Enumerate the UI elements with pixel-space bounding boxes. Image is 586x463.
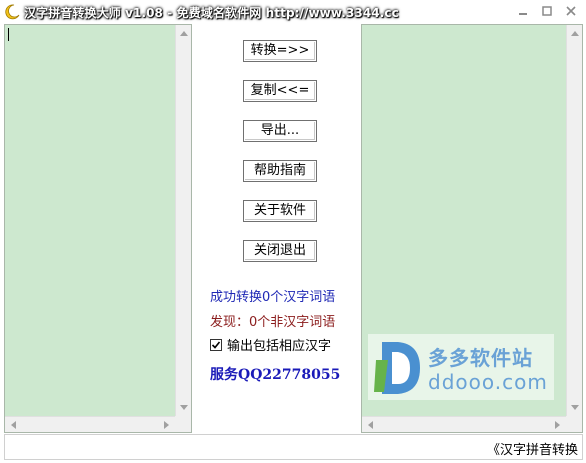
service-qq-text: 服务QQ22778055: [210, 367, 341, 383]
watermark-chinese-text: 多多软件站: [428, 346, 533, 370]
statusbar-text: 《汉字拼音转换: [486, 443, 578, 458]
include-chinese-label: 输出包括相应汉字: [227, 339, 332, 354]
include-chinese-checkbox[interactable]: [210, 338, 222, 351]
scroll-right-icon[interactable]: [550, 417, 566, 433]
output-horizontal-scrollbar[interactable]: [362, 416, 566, 432]
status-bar: 《汉字拼音转换: [4, 434, 583, 460]
close-exit-button[interactable]: 关闭退出: [243, 240, 317, 262]
export-button[interactable]: 导出...: [243, 120, 317, 142]
title-bar: 汉字拼音转换大师 v1.08 - 免费域名软件网 http://www.3344…: [0, 0, 586, 24]
scrollbar-corner: [566, 416, 582, 432]
include-chinese-option[interactable]: 输出包括相应汉字: [210, 335, 331, 354]
watermark: 多多软件站 ddooo.com: [368, 334, 554, 400]
window-controls: [516, 4, 578, 17]
convert-button[interactable]: 转换=>>: [243, 40, 317, 62]
input-horizontal-scrollbar[interactable]: [5, 416, 175, 432]
non-chinese-count-status: 发现：0个非汉字词语: [210, 315, 336, 330]
moon-icon: [4, 4, 20, 20]
scroll-down-icon[interactable]: [567, 400, 583, 416]
copy-button[interactable]: 复制<<=: [243, 80, 317, 102]
watermark-domain-text: ddooo.com: [428, 370, 548, 394]
restore-icon[interactable]: [540, 4, 554, 17]
scrollbar-corner: [175, 416, 191, 432]
output-vertical-scrollbar[interactable]: [566, 25, 582, 416]
scroll-left-icon[interactable]: [362, 417, 378, 433]
input-vertical-scrollbar[interactable]: [175, 25, 191, 416]
minimize-icon[interactable]: [516, 4, 530, 17]
help-button[interactable]: 帮助指南: [243, 160, 317, 182]
about-button[interactable]: 关于软件: [243, 200, 317, 222]
scroll-up-icon[interactable]: [567, 25, 583, 41]
close-icon[interactable]: [564, 4, 578, 17]
scroll-right-icon[interactable]: [159, 417, 175, 433]
scroll-up-icon[interactable]: [176, 25, 192, 41]
input-textarea[interactable]: [4, 24, 192, 433]
window-title: 汉字拼音转换大师 v1.08 - 免费域名软件网 http://www.3344…: [24, 6, 399, 20]
scroll-down-icon[interactable]: [176, 400, 192, 416]
converted-count-status: 成功转换0个汉字词语: [210, 290, 336, 305]
scroll-left-icon[interactable]: [5, 417, 21, 433]
text-caret: [8, 28, 9, 41]
ddooo-logo-icon: [374, 338, 424, 396]
